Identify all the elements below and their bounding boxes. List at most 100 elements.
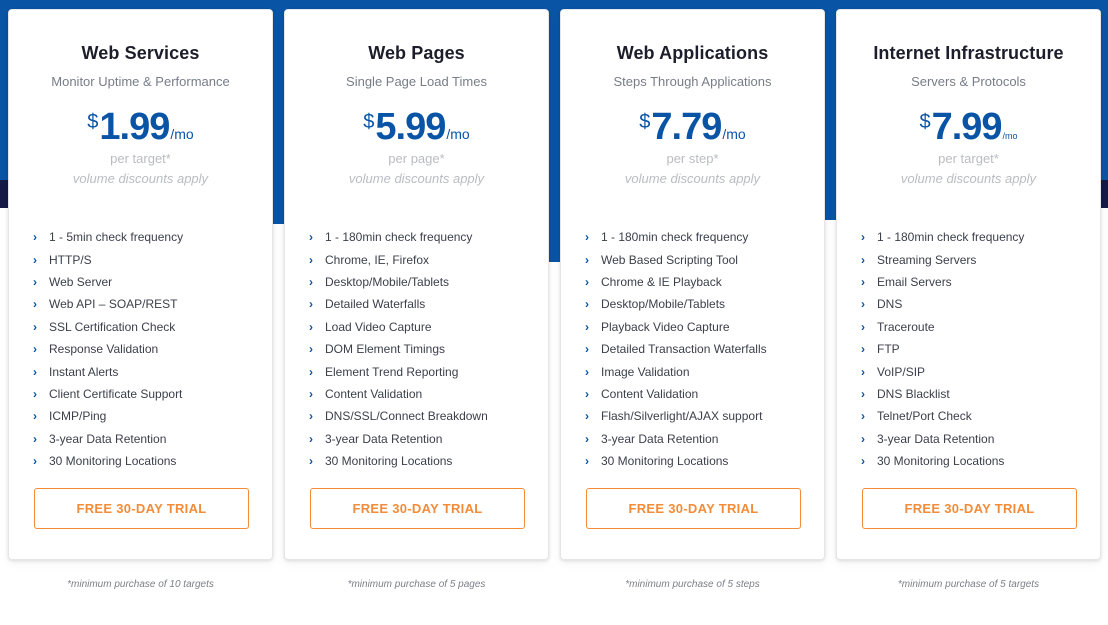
chevron-right-icon: › <box>309 409 313 424</box>
footnote: *minimum purchase of 5 pages <box>347 579 486 590</box>
price-amount: 1.99 <box>99 106 170 148</box>
chevron-right-icon: › <box>585 230 589 245</box>
volume-discount-note: volume discounts apply <box>348 171 485 186</box>
feature-list: › 1 - 5min check frequency › HTTP/S › Web Ser… <box>33 226 183 472</box>
chevron-right-icon: › <box>33 230 37 245</box>
feature-item: › Web Based Scripting Tool <box>585 248 767 270</box>
chevron-right-icon: › <box>585 252 589 267</box>
plan-subtitle: Single Page Load Times <box>346 74 487 89</box>
feature-text: Detailed Waterfalls <box>325 297 426 312</box>
chevron-right-icon: › <box>33 319 37 334</box>
chevron-right-icon: › <box>585 386 589 401</box>
footnotes: *minimum purchase of 10 targets *minimum… <box>8 579 1101 590</box>
chevron-right-icon: › <box>33 252 37 267</box>
feature-item: › Chrome & IE Playback <box>585 271 767 293</box>
chevron-right-icon: › <box>309 454 313 469</box>
feature-text: Chrome & IE Playback <box>601 274 722 289</box>
feature-item: › DOM Element Timings <box>309 338 488 360</box>
feature-text: Traceroute <box>877 319 935 334</box>
chevron-right-icon: › <box>309 230 313 245</box>
feature-item: › 3-year Data Retention <box>309 428 488 450</box>
plan-subtitle: Steps Through Applications <box>613 74 772 89</box>
price-amount: 5.99 <box>375 106 446 148</box>
chevron-right-icon: › <box>309 297 313 312</box>
feature-item: › HTTP/S <box>33 248 183 270</box>
feature-item: › 3-year Data Retention <box>33 428 183 450</box>
feature-item: › Detailed Waterfalls <box>309 293 488 315</box>
feature-text: 1 - 5min check frequency <box>49 230 184 245</box>
price-period: /mo <box>446 126 470 142</box>
price-currency: $ <box>363 111 375 133</box>
chevron-right-icon: › <box>585 319 589 334</box>
chevron-right-icon: › <box>861 342 865 357</box>
footnote: *minimum purchase of 5 steps <box>625 579 760 590</box>
feature-item: › Detailed Transaction Waterfalls <box>585 338 767 360</box>
chevron-right-icon: › <box>309 274 313 289</box>
feature-item: › Web API – SOAP/REST <box>33 293 183 315</box>
feature-text: Email Servers <box>877 274 952 289</box>
feature-item: › Chrome, IE, Firefox <box>309 248 488 270</box>
feature-text: Element Trend Reporting <box>325 364 459 379</box>
chevron-right-icon: › <box>309 319 313 334</box>
feature-text: 30 Monitoring Locations <box>601 454 729 469</box>
plan-subtitle: Servers & Protocols <box>911 74 1026 89</box>
feature-text: Telnet/Port Check <box>877 409 972 424</box>
feature-item: › Content Validation <box>585 383 767 405</box>
chevron-right-icon: › <box>585 409 589 424</box>
free-trial-button[interactable]: FREE 30-DAY TRIAL <box>310 488 525 529</box>
pricing-cards: Web Services Monitor Uptime & Performance… <box>8 9 1101 560</box>
free-trial-button[interactable]: FREE 30-DAY TRIAL <box>34 488 249 529</box>
chevron-right-icon: › <box>585 342 589 357</box>
feature-item: › 30 Monitoring Locations <box>585 450 767 472</box>
chevron-right-icon: › <box>309 342 313 357</box>
chevron-right-icon: › <box>861 431 865 446</box>
chevron-right-icon: › <box>33 297 37 312</box>
feature-item: › 1 - 5min check frequency <box>33 226 183 248</box>
feature-text: DNS <box>877 297 903 312</box>
feature-list: › 1 - 180min check frequency › Chrome, IE, … <box>309 226 488 472</box>
feature-item: › SSL Certification Check <box>33 316 183 338</box>
feature-item: › Telnet/Port Check <box>861 405 1024 427</box>
feature-list: › 1 - 180min check frequency › Streaming Se… <box>861 226 1024 472</box>
feature-text: DOM Element Timings <box>325 342 446 357</box>
price-currency: $ <box>639 111 651 133</box>
price-period: /mo <box>722 126 746 142</box>
feature-text: DNS Blacklist <box>877 386 950 401</box>
feature-item: › Load Video Capture <box>309 316 488 338</box>
feature-item: › 3-year Data Retention <box>585 428 767 450</box>
feature-text: Web API – SOAP/REST <box>49 297 178 312</box>
plan-price: $5.99/mo <box>285 107 548 147</box>
chevron-right-icon: › <box>861 230 865 245</box>
chevron-right-icon: › <box>861 319 865 334</box>
feature-text: Content Validation <box>601 386 699 401</box>
feature-text: 3-year Data Retention <box>325 431 443 446</box>
pricing-card-internet-infrastructure: Internet Infrastructure Servers & Protoco… <box>836 9 1101 560</box>
price-amount: 7.79 <box>651 106 722 148</box>
footnote: *minimum purchase of 5 targets <box>897 579 1040 590</box>
free-trial-button[interactable]: FREE 30-DAY TRIAL <box>586 488 801 529</box>
free-trial-button[interactable]: FREE 30-DAY TRIAL <box>862 488 1077 529</box>
feature-text: VoIP/SIP <box>877 364 926 379</box>
chevron-right-icon: › <box>861 409 865 424</box>
feature-text: Streaming Servers <box>877 252 977 267</box>
feature-item: › Streaming Servers <box>861 248 1024 270</box>
pricing-card-web-pages: Web Pages Single Page Load Times $5.99/mo p… <box>284 9 549 560</box>
feature-text: 30 Monitoring Locations <box>49 454 177 469</box>
chevron-right-icon: › <box>309 386 313 401</box>
chevron-right-icon: › <box>585 364 589 379</box>
price-period: /mo <box>1002 131 1018 141</box>
feature-text: Image Validation <box>601 364 690 379</box>
price-currency: $ <box>87 111 99 133</box>
feature-text: 1 - 180min check frequency <box>325 230 473 245</box>
feature-text: DNS/SSL/Connect Breakdown <box>325 409 488 424</box>
footnote: *minimum purchase of 10 targets <box>67 579 214 590</box>
feature-text: SSL Certification Check <box>49 319 176 334</box>
plan-title: Web Services <box>81 43 200 63</box>
volume-discount-note: volume discounts apply <box>900 171 1037 186</box>
feature-item: › Desktop/Mobile/Tablets <box>585 293 767 315</box>
plan-title: Web Applications <box>616 43 769 63</box>
chevron-right-icon: › <box>33 431 37 446</box>
feature-item: › Flash/Silverlight/AJAX support <box>585 405 767 427</box>
volume-discount-note: volume discounts apply <box>624 171 761 186</box>
feature-item: › 30 Monitoring Locations <box>309 450 488 472</box>
